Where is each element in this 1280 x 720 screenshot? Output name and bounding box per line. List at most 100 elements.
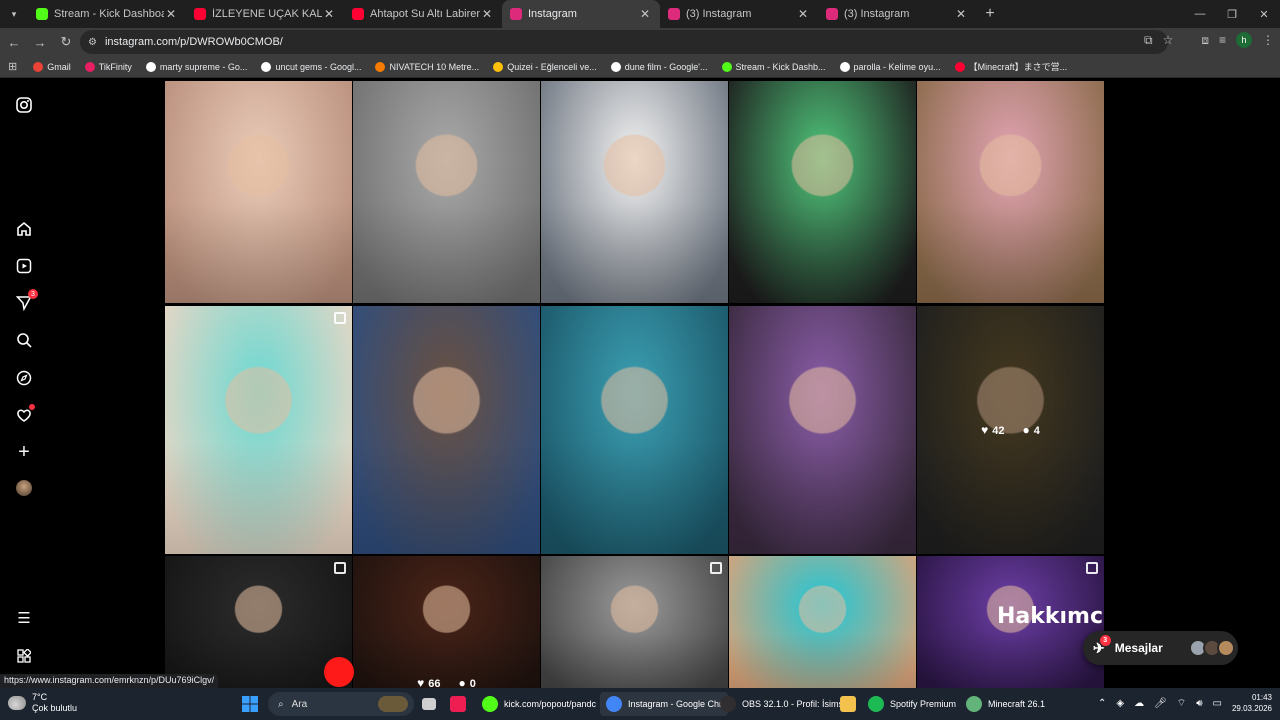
close-tab-icon[interactable]: ✕: [638, 7, 652, 21]
back-icon[interactable]: ←: [2, 30, 26, 54]
post-image: [729, 556, 916, 688]
battery-icon[interactable]: ▭: [1213, 698, 1222, 709]
close-tab-icon[interactable]: ✕: [954, 7, 968, 21]
direct-badge: 3: [28, 289, 38, 299]
clock[interactable]: 01:43 29.03.2026: [1232, 692, 1272, 714]
post-donate-blur[interactable]: [541, 556, 728, 688]
profile-avatar-icon[interactable]: [16, 480, 32, 496]
bookmark-item[interactable]: NIVATECH 10 Metre...: [375, 61, 479, 72]
meta-apps-icon[interactable]: [14, 646, 34, 666]
taskbar-app[interactable]: Minecraft 26.1: [966, 692, 1045, 716]
bookmark-item[interactable]: dune film - Google'...: [610, 61, 708, 72]
post-girl-brown[interactable]: ♥ 66 ● 0: [353, 556, 540, 688]
close-tab-icon[interactable]: ✕: [164, 7, 178, 21]
home-icon[interactable]: [14, 219, 34, 239]
tab-search-icon[interactable]: ≡: [1219, 33, 1226, 47]
browser-tab[interactable]: Stream - Kick Dashboard✕: [28, 0, 186, 28]
bookmark-star-icon[interactable]: ☆: [1163, 33, 1174, 47]
browser-menu-icon[interactable]: ⋮: [1262, 33, 1274, 47]
chevron-up-icon[interactable]: ⌃: [1098, 698, 1106, 709]
post-image: [729, 81, 916, 303]
bookmark-item[interactable]: 【Minecraft】まさで営...: [954, 60, 1067, 73]
weather-widget[interactable]: 7°C Çok bulutlu: [8, 692, 77, 714]
post-image: [165, 306, 352, 554]
profile-avatar[interactable]: h: [1236, 32, 1252, 48]
start-button[interactable]: [242, 692, 258, 716]
tab-search-menu-icon[interactable]: ▾: [0, 0, 28, 28]
install-app-icon[interactable]: ⧉: [1144, 33, 1153, 48]
carousel-icon: [334, 562, 346, 574]
taskbar-app[interactable]: kick.com/popout/pandc: [482, 692, 596, 716]
close-tab-icon[interactable]: ✕: [796, 7, 810, 21]
reload-icon[interactable]: ↻: [54, 30, 78, 54]
close-tab-icon[interactable]: ✕: [322, 7, 336, 21]
taskbar-search[interactable]: ⌕ Ara: [268, 692, 414, 716]
browser-tab[interactable]: (3) Instagram ✕: [818, 0, 976, 28]
volume-icon[interactable]: 🔊︎: [1196, 698, 1202, 709]
bookmark-favicon-icon: [839, 61, 850, 72]
close-tab-icon[interactable]: ✕: [480, 7, 494, 21]
minimize-icon[interactable]: —: [1184, 0, 1216, 28]
post-hakkimda[interactable]: Hakkımc: [917, 556, 1104, 688]
bookmark-item[interactable]: Stream - Kick Dashb...: [721, 61, 826, 72]
post-girl-snow-bg[interactable]: [541, 306, 728, 554]
restore-icon[interactable]: ❐: [1216, 0, 1248, 28]
post-man-cyan-bg[interactable]: [729, 556, 916, 688]
apps-grid-icon[interactable]: ⊞: [8, 60, 17, 73]
tray-app-icon[interactable]: ◈: [1116, 698, 1124, 709]
taskbar-app[interactable]: Spotify Premium: [868, 692, 956, 716]
explore-icon[interactable]: [14, 368, 34, 388]
instagram-logo-icon[interactable]: [14, 95, 34, 115]
app-icon: [966, 696, 982, 712]
post-smiling-man-hover[interactable]: ♥ 42 ● 4: [917, 306, 1104, 554]
post-blonde-portrait[interactable]: [165, 81, 352, 303]
live-record-dot-icon: [324, 657, 354, 687]
post-blue-hair-jacket[interactable]: [353, 306, 540, 554]
messages-button[interactable]: ✈ 3 Mesajlar: [1083, 631, 1238, 665]
address-bar[interactable]: ⚙ instagram.com/p/DWROWb0CMOB/: [80, 30, 1168, 54]
taskbar-app-label: Minecraft 26.1: [988, 699, 1046, 709]
youtube-icon: [352, 8, 364, 20]
wifi-icon[interactable]: ⌔: [1177, 697, 1186, 710]
post-girl-teal-bg[interactable]: [165, 306, 352, 554]
bookmark-item[interactable]: Quizei - Eğlenceli ve...: [493, 61, 597, 72]
bookmark-item[interactable]: marty supreme - Go...: [145, 61, 247, 72]
task-view-icon[interactable]: [422, 692, 442, 716]
post-pencil-sketch[interactable]: [353, 81, 540, 303]
post-smiling-man-purple[interactable]: [729, 306, 916, 554]
file-explorer-icon[interactable]: [840, 692, 862, 716]
comments-count: 4: [1033, 425, 1040, 437]
taskbar-app[interactable]: Instagram - Google Chr: [600, 692, 729, 716]
bookmark-favicon-icon: [493, 61, 504, 72]
post-bearded-man[interactable]: [541, 81, 728, 303]
tiktok-icon[interactable]: [450, 692, 472, 716]
post-girl-pink-bg[interactable]: [917, 81, 1104, 303]
new-tab-button[interactable]: +: [976, 5, 1004, 23]
direct-icon[interactable]: 3: [14, 289, 38, 313]
bookmark-item[interactable]: TikFinity: [84, 61, 132, 72]
bookmark-item[interactable]: parolla - Kelime oyu...: [839, 61, 941, 72]
browser-tab[interactable]: İZLEYENE UÇAK KALDIRMAYI Ö✕: [186, 0, 344, 28]
browser-tab[interactable]: (3) Instagram ✕: [660, 0, 818, 28]
mic-icon[interactable]: 🎤︎: [1154, 698, 1167, 709]
close-icon[interactable]: ✕: [1248, 0, 1280, 28]
extensions-icon[interactable]: ⧈: [1201, 33, 1209, 48]
tray-app-icon[interactable]: ☁: [1134, 698, 1144, 709]
browser-tab[interactable]: Ahtapot Su Altı Labirentine Kar✕: [344, 0, 502, 28]
bookmark-item[interactable]: Gmail: [33, 61, 71, 72]
post-image: [541, 556, 728, 688]
create-icon[interactable]: +: [14, 441, 34, 463]
comments-count-group: ● 0: [459, 676, 476, 688]
post-girl-green-bg[interactable]: [729, 81, 916, 303]
post-image: [165, 81, 352, 303]
heart-icon[interactable]: [14, 404, 35, 425]
site-info-icon[interactable]: ⚙: [88, 37, 97, 48]
search-highlight-icon: [378, 696, 408, 712]
more-menu-icon[interactable]: ☰: [14, 608, 34, 628]
search-icon[interactable]: [14, 330, 34, 350]
forward-icon[interactable]: →: [28, 30, 52, 54]
taskbar-app[interactable]: OBS 32.1.0 - Profil: İsims: [720, 692, 843, 716]
bookmark-item[interactable]: uncut gems - Googl...: [261, 61, 361, 72]
reels-icon[interactable]: [14, 256, 34, 276]
browser-tab[interactable]: Instagram ✕: [502, 0, 660, 28]
